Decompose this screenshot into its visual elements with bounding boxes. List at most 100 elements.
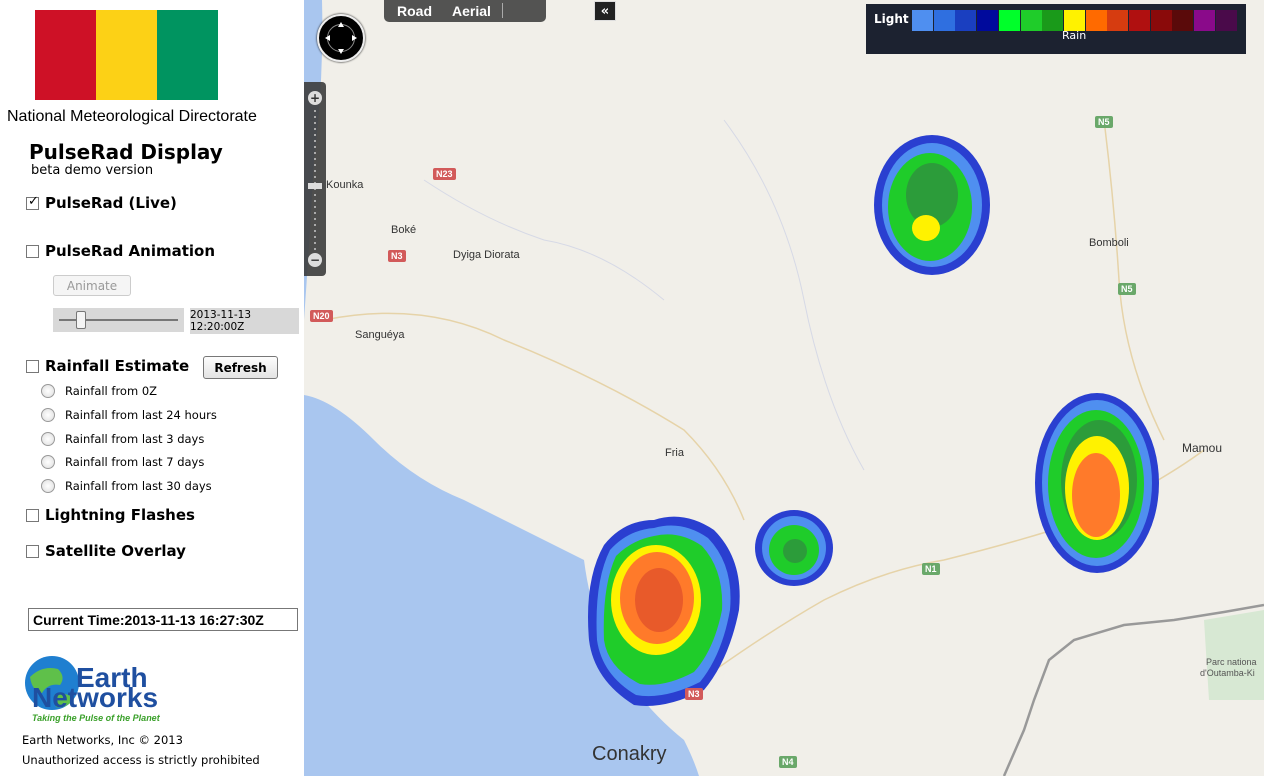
radio-button[interactable]: [41, 479, 55, 493]
radar-cell-north: [874, 135, 990, 275]
legend-swatch: [912, 10, 933, 31]
legend-swatch: [1129, 10, 1150, 31]
guinea-flag: [35, 10, 218, 100]
access-notice: Unauthorized access is strictly prohibit…: [22, 753, 260, 767]
road-shield: N23: [433, 168, 456, 180]
slider-thumb[interactable]: [76, 311, 87, 329]
zoom-control[interactable]: + −: [304, 82, 326, 276]
national-park-area: [1204, 610, 1264, 700]
flag-stripe-green: [157, 10, 218, 100]
animation-checkbox[interactable]: [26, 244, 39, 258]
legend-swatch: [1107, 10, 1129, 31]
animation-slider[interactable]: [53, 308, 184, 332]
svg-text:+: +: [310, 91, 320, 105]
place-label: Sanguéya: [355, 329, 405, 341]
radio-label: Rainfall from last 24 hours: [65, 408, 217, 422]
legend-swatch: [1172, 10, 1194, 31]
zoom-scale: + −: [308, 91, 322, 267]
river-line: [423, 179, 665, 301]
satellite-toggle[interactable]: Satellite Overlay: [26, 542, 186, 560]
legend-swatch: [1194, 10, 1216, 31]
place-label: Dyiga Diorata: [453, 249, 520, 261]
lightning-label: Lightning Flashes: [45, 506, 195, 524]
legend-swatch: [955, 10, 977, 31]
map-type-aerial[interactable]: Aerial: [452, 3, 491, 19]
live-checkbox[interactable]: [26, 194, 39, 210]
rainfall-label: Rainfall Estimate: [45, 357, 190, 375]
road-shield: N3: [685, 688, 703, 700]
legend-swatch: [933, 10, 955, 31]
radio-button[interactable]: [41, 455, 55, 469]
map-type-bar: Road Aerial «: [384, 0, 616, 22]
legend-swatch: [1042, 10, 1064, 31]
copyright-text: Earth Networks, Inc © 2013: [22, 733, 183, 747]
basemap: [304, 0, 1264, 776]
legend-swatch: [1063, 10, 1085, 31]
refresh-button[interactable]: Refresh: [203, 356, 278, 379]
rainfall-toggle[interactable]: Rainfall Estimate: [26, 357, 189, 375]
radar-cell-southwest: [588, 516, 740, 706]
radio-label: Rainfall from 0Z: [65, 384, 158, 398]
rainfall-option-30d[interactable]: Rainfall from last 30 days: [41, 479, 212, 493]
legend-swatch: [1215, 10, 1237, 31]
rainfall-option-3d[interactable]: Rainfall from last 3 days: [41, 432, 204, 446]
radio-label: Rainfall from last 3 days: [65, 432, 205, 446]
pan-compass[interactable]: [317, 14, 365, 62]
legend-swatch: [998, 10, 1020, 31]
page-title: PulseRad Display: [29, 140, 223, 164]
road-shield: N1: [922, 563, 940, 575]
legend-swatch: [1020, 10, 1042, 31]
animate-button[interactable]: Animate: [53, 275, 131, 296]
animation-label: PulseRad Animation: [45, 242, 216, 260]
svg-text:−: −: [310, 253, 320, 267]
satellite-label: Satellite Overlay: [45, 542, 186, 560]
river-line: [723, 119, 865, 471]
precipitation-legend: Light Rain: [866, 4, 1246, 54]
logo-tagline: Taking the Pulse of the Planet: [32, 713, 161, 723]
flag-stripe-yellow: [96, 10, 157, 100]
place-label: Kounka: [326, 179, 364, 191]
live-label: PulseRad (Live): [45, 194, 177, 212]
organization-name: National Meteorological Directorate: [7, 108, 257, 125]
live-toggle[interactable]: PulseRad (Live): [26, 194, 177, 212]
radio-button[interactable]: [41, 384, 55, 398]
rainfall-option-0z[interactable]: Rainfall from 0Z: [41, 384, 157, 398]
road-shield: N4: [779, 756, 797, 768]
place-label-park: Parc nationa: [1206, 657, 1257, 667]
legend-swatch: [977, 10, 999, 31]
place-label-park: d'Outamba-Ki: [1200, 668, 1255, 678]
legend-swatch: [1150, 10, 1172, 31]
road-shield: N5: [1118, 283, 1136, 295]
page-subtitle: beta demo version: [31, 163, 154, 178]
place-label: Boké: [391, 224, 417, 236]
place-label: Mamou: [1182, 441, 1223, 455]
compass-arrows-icon: [325, 22, 357, 54]
road-shield: N5: [1095, 116, 1113, 128]
radio-label: Rainfall from last 7 days: [65, 455, 205, 469]
map-type-road[interactable]: Road: [397, 3, 432, 19]
radar-map[interactable]: Road Aerial « + − Light Rain Kounka Boké…: [304, 0, 1264, 776]
lightning-checkbox[interactable]: [26, 508, 39, 522]
control-panel: National Meteorological Directorate Puls…: [0, 0, 304, 776]
rainfall-option-24h[interactable]: Rainfall from last 24 hours: [41, 408, 217, 422]
double-chevron-left-icon[interactable]: «: [594, 1, 616, 21]
radio-button[interactable]: [41, 432, 55, 446]
radio-button[interactable]: [41, 408, 55, 422]
radio-label: Rainfall from last 30 days: [65, 479, 212, 493]
flag-stripe-red: [35, 10, 96, 100]
animation-toggle[interactable]: PulseRad Animation: [26, 242, 215, 260]
radar-cell-east: [1035, 393, 1159, 573]
satellite-checkbox[interactable]: [26, 544, 39, 558]
lightning-toggle[interactable]: Lightning Flashes: [26, 506, 195, 524]
road-shield: N20: [310, 310, 333, 322]
place-label: Bomboli: [1089, 237, 1129, 249]
road-line: [1103, 119, 1165, 441]
logo-word-networks: Networks: [32, 682, 158, 713]
rainfall-option-7d[interactable]: Rainfall from last 7 days: [41, 455, 204, 469]
current-time-display: Current Time:2013-11-13 16:27:30Z: [28, 608, 298, 631]
road-shield: N3: [388, 250, 406, 262]
rainfall-checkbox[interactable]: [26, 359, 39, 373]
place-label-capital: Conakry: [592, 743, 667, 765]
legend-swatch: [1085, 10, 1107, 31]
radar-cell-middle: [755, 510, 833, 586]
